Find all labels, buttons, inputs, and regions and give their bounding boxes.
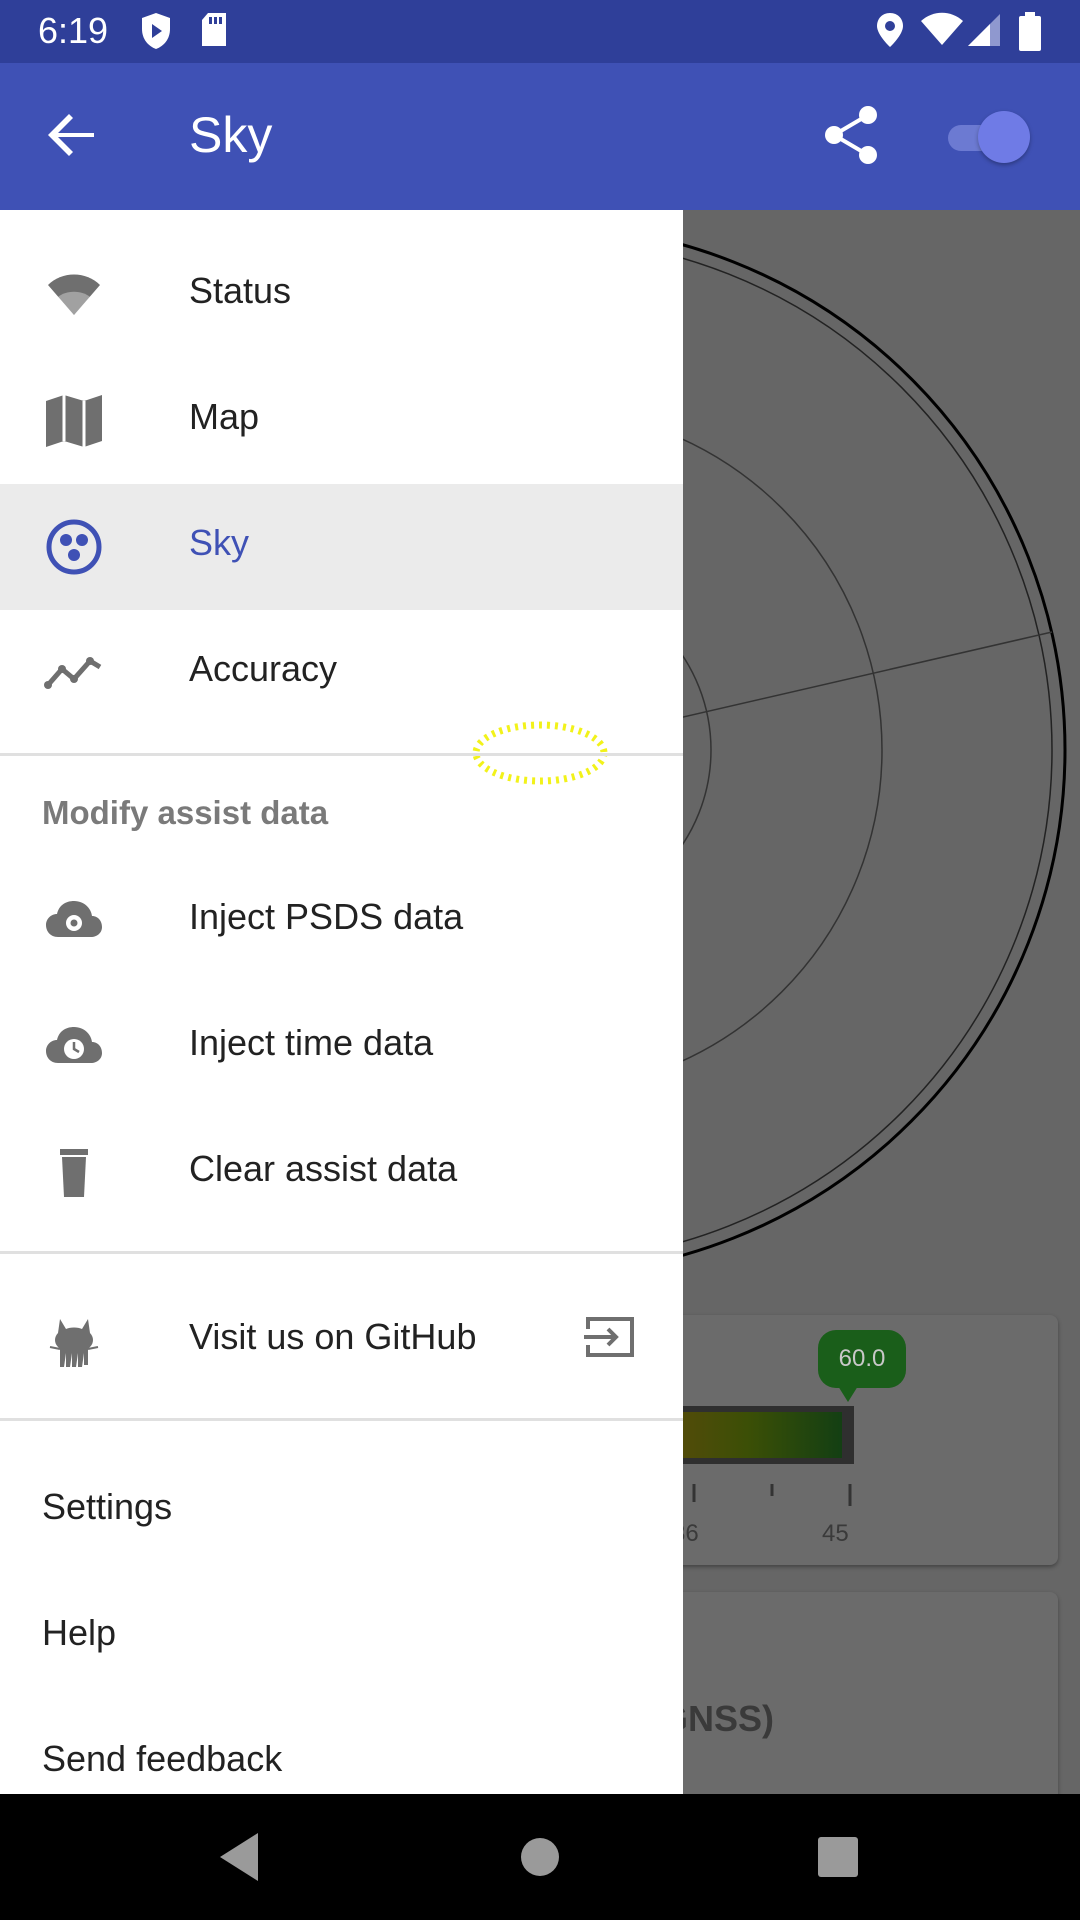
section-header-assist: Modify assist data [42, 794, 329, 831]
drawer-item-map[interactable]: Map [0, 358, 683, 484]
status-time: 6:19 [38, 10, 109, 51]
gnss-card [620, 1592, 1058, 1794]
drawer-item-sky[interactable]: Sky [0, 484, 683, 610]
drawer-item-label: Clear assist data [189, 1148, 458, 1189]
github-icon [49, 1319, 99, 1367]
drawer-item-label: Status [189, 270, 292, 311]
drawer-item-label: Visit us on GitHub [189, 1316, 477, 1357]
drawer-item-inject-psds[interactable]: Inject PSDS data [0, 858, 683, 984]
snr-bar-fill [656, 1412, 842, 1458]
snr-value-bubble: 60.0 [818, 1330, 906, 1402]
shield-play-icon [142, 13, 170, 49]
snr-axis-ticks [692, 1484, 852, 1506]
drawer-item-send-feedback[interactable]: Send feedback [42, 1738, 282, 1780]
page-title: Sky [189, 107, 273, 163]
system-navigation-bar [0, 1794, 1080, 1920]
drawer-item-settings[interactable]: Settings [42, 1486, 172, 1528]
snr-axis-label: 45 [822, 1520, 849, 1547]
drawer-item-help[interactable]: Help [42, 1612, 116, 1654]
divider [0, 1418, 683, 1421]
drawer-item-label: Sky [189, 522, 250, 563]
home-icon[interactable] [512, 1829, 568, 1885]
recents-icon[interactable] [810, 1829, 866, 1885]
location-pin-icon [877, 13, 903, 47]
drawer-item-label: Inject PSDS data [189, 896, 464, 937]
app-bar: Sky [0, 63, 1080, 210]
cell-signal-icon [968, 14, 1000, 46]
gnss-toggle-switch[interactable] [944, 109, 1034, 165]
drawer-item-label: Map [189, 396, 260, 437]
cloud-settings-icon [46, 901, 102, 937]
sd-card-icon [202, 13, 226, 46]
arrow-back-icon[interactable] [40, 103, 104, 167]
divider [0, 753, 683, 756]
navigation-drawer: Status Map Sky Accuracy Modify assist da… [0, 210, 683, 1794]
trash-icon [60, 1149, 88, 1197]
accuracy-icon [44, 657, 102, 689]
drawer-item-status[interactable]: Status [0, 232, 683, 358]
sky-icon [46, 519, 102, 575]
toggle-thumb [978, 111, 1030, 163]
divider [0, 1251, 683, 1254]
drawer-item-label: Accuracy [189, 648, 338, 689]
back-icon[interactable] [214, 1829, 270, 1885]
cloud-clock-icon [46, 1027, 102, 1063]
drawer-item-github[interactable]: Visit us on GitHub [0, 1278, 683, 1404]
wifi-icon [921, 12, 963, 45]
drawer-item-inject-time[interactable]: Inject time data [0, 984, 683, 1110]
drawer-item-clear-assist[interactable]: Clear assist data [0, 1110, 683, 1236]
share-icon[interactable] [820, 103, 884, 167]
status-bar: 6:19 [0, 0, 1080, 63]
open-external-icon [584, 1317, 634, 1357]
battery-icon [1019, 12, 1041, 51]
drawer-item-label: Inject time data [189, 1022, 434, 1063]
map-icon [46, 395, 102, 447]
wifi-icon [48, 274, 100, 315]
